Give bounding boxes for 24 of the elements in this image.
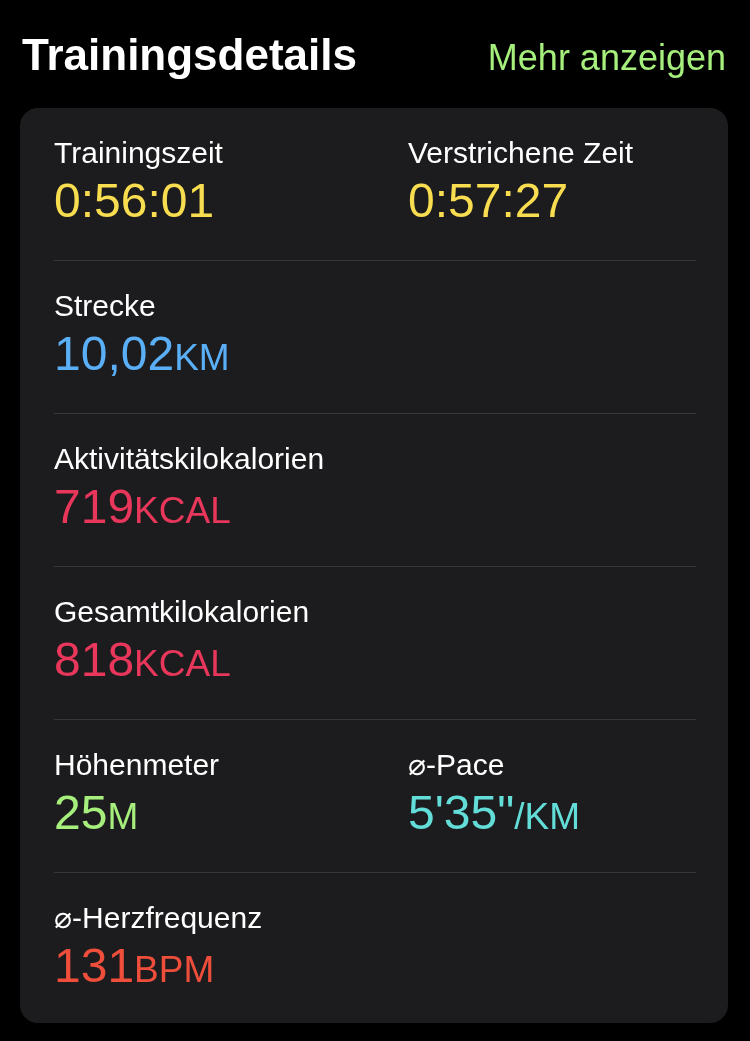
metric-value: 131 [54, 938, 135, 994]
metric-value: 0:57:27 [408, 173, 569, 229]
metric-value: 818 [54, 632, 135, 688]
show-more-link[interactable]: Mehr anzeigen [487, 37, 726, 79]
metric-unit: KCAL [134, 489, 231, 533]
metric-unit: KM [174, 336, 230, 380]
metric-label: Höhenmeter [54, 747, 221, 783]
metric-label: ⌀-Herzfrequenz [54, 900, 264, 936]
metric-unit: M [107, 795, 139, 839]
metric-unit: KCAL [134, 642, 231, 686]
metric-value: 0:56:01 [54, 173, 215, 229]
metric-label: Trainingszeit [54, 135, 224, 171]
metric-unit: BPM [134, 948, 215, 992]
metric-value: 25 [54, 785, 108, 841]
metric-label: Gesamtkilokalorien [54, 594, 311, 630]
metric-label: Strecke [54, 288, 157, 324]
metric-value: 719 [54, 479, 135, 535]
section-title: Trainingsdetails [22, 30, 357, 80]
metric-label: Aktivitätskilokalorien [54, 441, 326, 477]
metric-label: Verstrichene Zeit [408, 135, 635, 171]
metric-value: 5'35" [408, 785, 515, 841]
metric-value: 10,02 [54, 326, 175, 382]
metric-label: ⌀-Pace [408, 747, 506, 783]
metric-unit: /KM [514, 796, 581, 839]
